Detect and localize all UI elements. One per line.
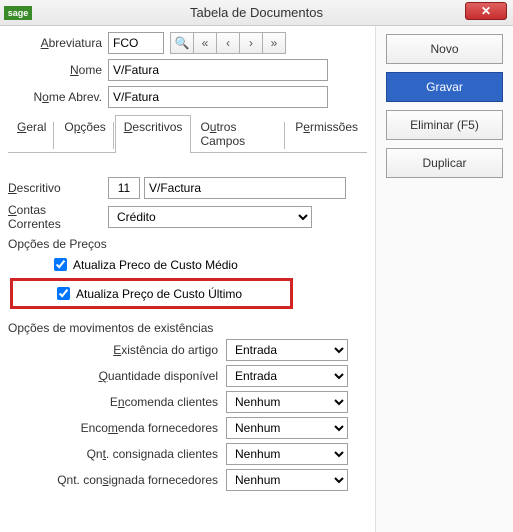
gravar-button[interactable]: Gravar [386, 72, 503, 102]
last-button[interactable]: » [262, 32, 286, 54]
chk-custo-medio[interactable] [54, 258, 67, 271]
exist-select[interactable]: Entrada [226, 339, 348, 361]
opcoes-precos-label: Opções de Preços [8, 237, 367, 251]
qcc-select[interactable]: Nenhum [226, 443, 348, 465]
abrev-input[interactable] [108, 32, 164, 54]
first-icon: « [202, 36, 209, 50]
exist-label: Existência do artigo [8, 343, 226, 357]
ec-select[interactable]: Nenhum [226, 391, 348, 413]
prev-button[interactable]: ‹ [216, 32, 240, 54]
next-button[interactable]: › [239, 32, 263, 54]
descritivo-num-input[interactable] [108, 177, 140, 199]
contas-correntes-select[interactable]: Crédito [108, 206, 312, 228]
opcoes-mov-label: Opções de movimentos de existências [8, 321, 367, 335]
tabs: Geral Opções Descritivos Outros Campos P… [8, 114, 367, 153]
qcf-label: Qnt. consignada fornecedores [8, 473, 226, 487]
first-button[interactable]: « [193, 32, 217, 54]
eliminar-button[interactable]: Eliminar (F5) [386, 110, 503, 140]
close-button[interactable]: ✕ [465, 2, 507, 20]
qd-select[interactable]: Entrada [226, 365, 348, 387]
descritivo-text-input[interactable] [144, 177, 346, 199]
window-title: Tabela de Documentos [0, 5, 513, 20]
duplicar-button[interactable]: Duplicar [386, 148, 503, 178]
tab-descritivos[interactable]: Descritivos [115, 115, 192, 153]
last-icon: » [271, 36, 278, 50]
chk-custo-ultimo-label: Atualiza Preço de Custo Último [76, 287, 242, 301]
prev-icon: ‹ [226, 36, 230, 50]
descritivo-label: Descritivo [8, 181, 108, 195]
tab-outros[interactable]: Outros Campos [191, 115, 286, 153]
qd-label: Quantidade disponível [8, 369, 226, 383]
nome-input[interactable] [108, 59, 328, 81]
close-icon: ✕ [481, 4, 491, 18]
search-button[interactable]: 🔍 [170, 32, 194, 54]
ef-label: Encomenda fornecedores [8, 421, 226, 435]
tab-opcoes[interactable]: Opções [55, 115, 114, 153]
chk-custo-ultimo[interactable] [57, 287, 70, 300]
ef-select[interactable]: Nenhum [226, 417, 348, 439]
contas-correntes-label: Contas Correntes [8, 203, 108, 231]
qcc-label: Qnt. consignada clientes [8, 447, 226, 461]
chk-custo-medio-label: Atualiza Preco de Custo Médio [73, 258, 238, 272]
next-icon: › [249, 36, 253, 50]
tab-geral[interactable]: Geral [8, 115, 55, 153]
abrev-label: AAbreviaturabreviatura [8, 36, 108, 50]
nome-abrev-label: Nome Abrev. [8, 90, 108, 104]
highlight-custo-ultimo: Atualiza Preço de Custo Último [10, 278, 293, 309]
chk-custo-medio-row: Atualiza Preco de Custo Médio [50, 255, 367, 274]
tab-permissoes[interactable]: Permissões [286, 115, 367, 153]
left-pane: AAbreviaturabreviatura 🔍 « ‹ › » Nome No… [0, 26, 376, 532]
nome-label: Nome [8, 63, 108, 77]
search-icon: 🔍 [175, 36, 190, 50]
ec-label: Encomenda clientes [8, 395, 226, 409]
novo-button[interactable]: Novo [386, 34, 503, 64]
right-pane: Novo Gravar Eliminar (F5) Duplicar [376, 26, 513, 532]
nome-abrev-input[interactable] [108, 86, 328, 108]
qcf-select[interactable]: Nenhum [226, 469, 348, 491]
titlebar: sage Tabela de Documentos ✕ [0, 0, 513, 26]
